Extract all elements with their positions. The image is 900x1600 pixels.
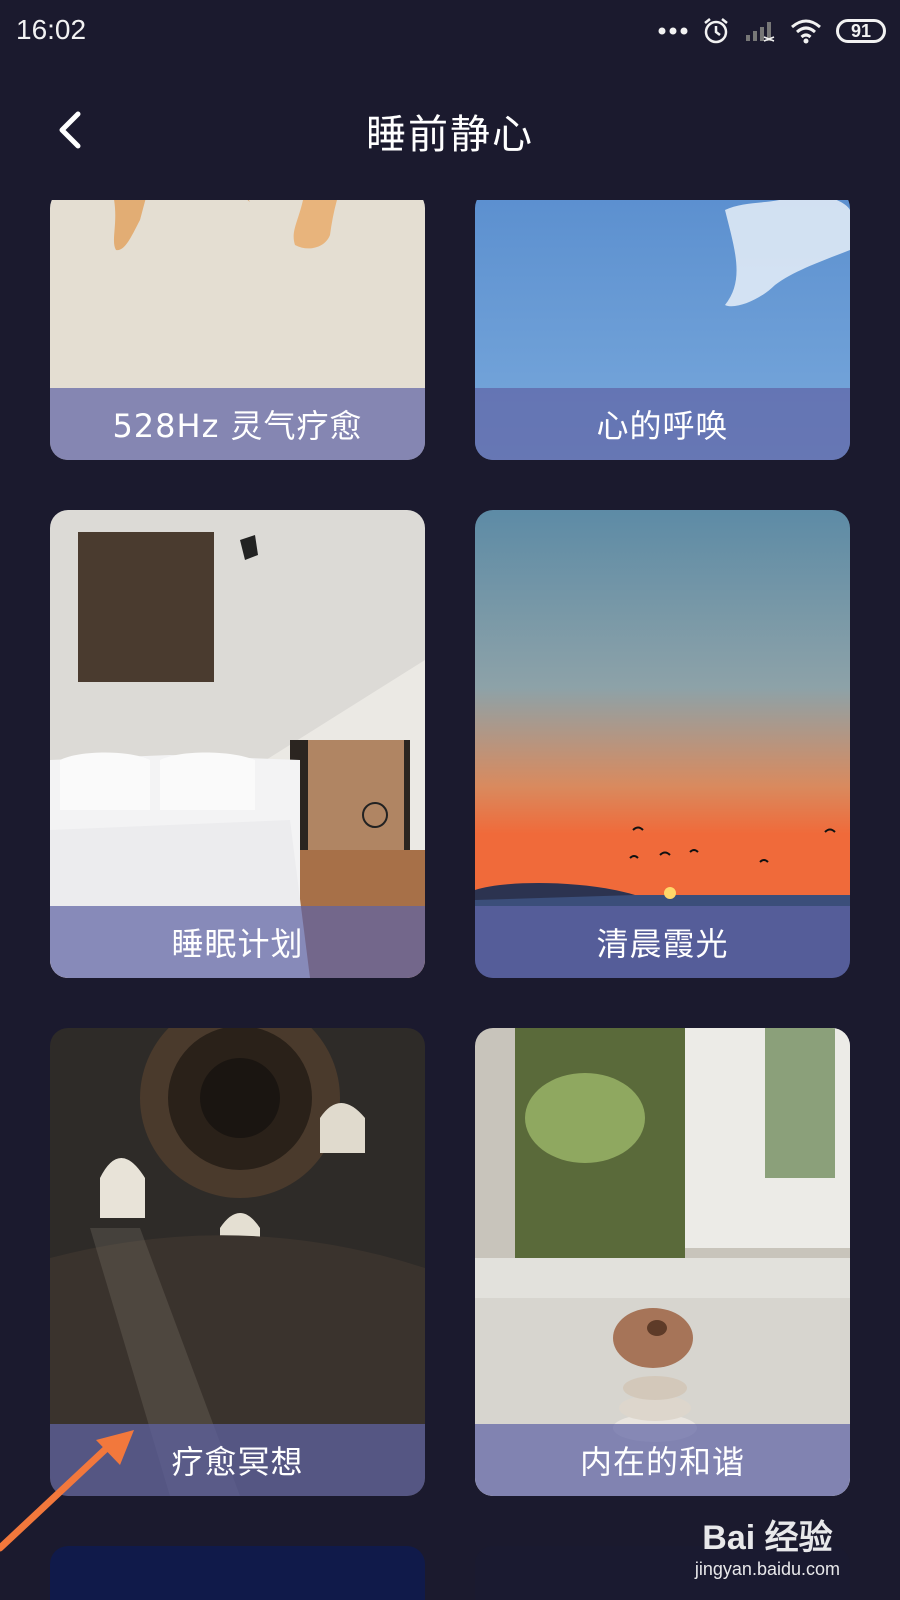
meditation-card-528hz[interactable]: 528Hz 灵气疗愈 — [50, 200, 425, 460]
watermark-url: jingyan.baidu.com — [694, 1559, 840, 1579]
meditation-card-morning-glow[interactable]: 清晨霞光 — [475, 510, 850, 978]
page-title: 睡前静心 — [366, 112, 534, 158]
signal-icon — [746, 22, 775, 42]
status-bar: 16:02 91 — [0, 0, 900, 64]
more-dots-icon — [658, 27, 688, 35]
card-label: 疗愈冥想 — [50, 1424, 425, 1496]
card-label: 心的呼唤 — [475, 388, 850, 460]
card-label: 内在的和谐 — [475, 1424, 850, 1496]
wifi-icon — [791, 19, 821, 44]
meditation-card-inner-harmony[interactable]: 内在的和谐 — [475, 1028, 850, 1496]
top-bar: 睡前静心 — [0, 64, 900, 200]
status-icons: 91 — [658, 14, 886, 48]
meditation-grid: 528Hz 灵气疗愈 心的呼唤 睡眠计划 清晨霞光 疗愈冥想 内在的和谐 — [0, 200, 900, 1600]
baidu-watermark: Bai 经验 jingyan.baidu.com — [695, 1510, 840, 1580]
watermark-brand: Bai 经验 — [702, 1519, 833, 1557]
meditation-card-healing-meditation[interactable]: 疗愈冥想 — [50, 1028, 425, 1496]
meditation-card-heart-call[interactable]: 心的呼唤 — [475, 200, 850, 460]
card-label: 528Hz 灵气疗愈 — [50, 388, 425, 460]
card-label: 睡眠计划 — [50, 906, 425, 978]
battery-indicator: 91 — [836, 19, 886, 43]
card-label: 清晨霞光 — [475, 906, 850, 978]
meditation-card-partial-left[interactable] — [50, 1546, 425, 1600]
alarm-icon — [704, 18, 728, 44]
status-time: 16:02 — [16, 14, 87, 45]
meditation-card-sleep-plan[interactable]: 睡眠计划 — [50, 510, 425, 978]
